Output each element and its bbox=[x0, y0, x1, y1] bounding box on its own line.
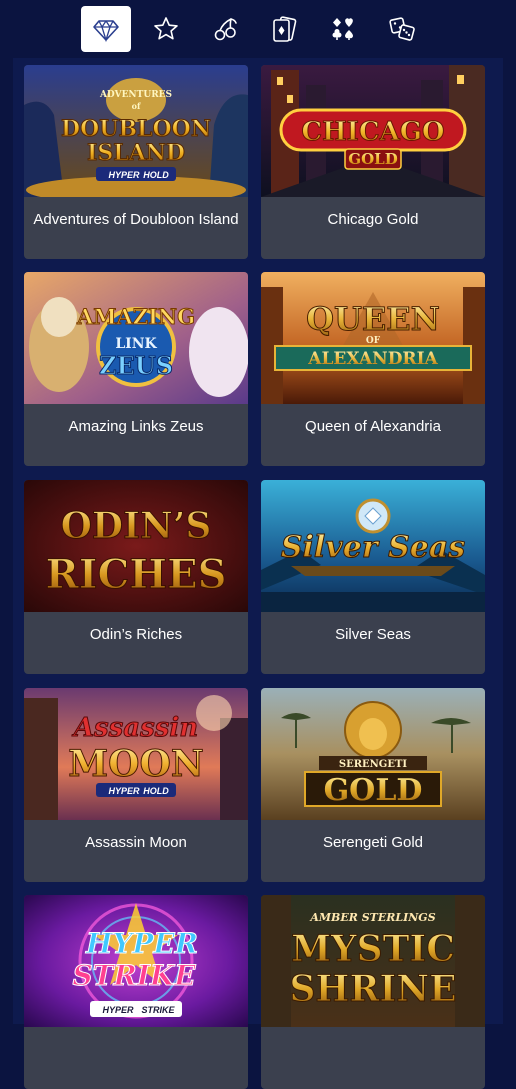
game-thumbnail[interactable]: Assassin MOON HYPER HOLD bbox=[24, 688, 248, 820]
tab-dice-games[interactable] bbox=[377, 6, 427, 52]
game-thumbnail[interactable]: Silver Seas bbox=[261, 480, 485, 612]
svg-text:ZEUS: ZEUS bbox=[99, 351, 173, 380]
game-card-mystic-shrine[interactable]: AMBER STERLINGS MYSTIC SHRINE bbox=[261, 895, 485, 1089]
tab-favorites[interactable] bbox=[141, 6, 191, 52]
chicago-gold-artwork: CHICAGO GOLD bbox=[261, 65, 485, 197]
silver-seas-artwork: Silver Seas bbox=[261, 480, 485, 612]
svg-text:HYPER: HYPER bbox=[102, 1005, 134, 1015]
game-title: Silver Seas bbox=[335, 625, 411, 643]
svg-text:ALEXANDRIA: ALEXANDRIA bbox=[307, 349, 438, 369]
game-thumbnail[interactable]: ADVENTURES of DOUBLOON ISLAND HYPER HOLD bbox=[24, 65, 248, 197]
playing-card-icon bbox=[273, 16, 297, 42]
svg-text:HOLD: HOLD bbox=[143, 786, 169, 796]
game-thumbnail[interactable]: ODIN’S RICHES bbox=[24, 480, 248, 612]
game-card-odins-riches[interactable]: ODIN’S RICHES Odin’s Riches bbox=[24, 480, 248, 674]
svg-text:HYPER: HYPER bbox=[108, 786, 140, 796]
svg-text:ODIN’S: ODIN’S bbox=[61, 505, 212, 547]
assassin-moon-artwork: Assassin MOON HYPER HOLD bbox=[24, 688, 248, 820]
svg-text:MOON: MOON bbox=[68, 743, 203, 785]
serengeti-gold-artwork: SERENGETI GOLD bbox=[261, 688, 485, 820]
odins-riches-artwork: ODIN’S RICHES bbox=[24, 480, 248, 612]
diamond-icon bbox=[93, 20, 119, 43]
dice-icon bbox=[389, 17, 415, 41]
game-title: Adventures of Doubloon Island bbox=[33, 210, 239, 228]
svg-text:QUEEN: QUEEN bbox=[306, 300, 440, 338]
tab-featured[interactable] bbox=[81, 6, 131, 52]
cherries-icon bbox=[214, 18, 237, 41]
svg-text:MYSTIC: MYSTIC bbox=[291, 928, 455, 970]
svg-text:of: of bbox=[132, 101, 141, 111]
game-thumbnail[interactable]: AMAZING LINK ZEUS bbox=[24, 272, 248, 404]
hyper-strike-artwork: HYPER STRIKE HYPER STRIKE bbox=[24, 895, 248, 1027]
queen-of-alexandria-artwork: QUEEN OF ALEXANDRIA bbox=[261, 272, 485, 404]
game-title: Odin’s Riches bbox=[89, 625, 183, 643]
svg-text:STRIKE: STRIKE bbox=[72, 959, 196, 992]
game-card-silver-seas[interactable]: Silver Seas Silver Seas bbox=[261, 480, 485, 674]
svg-text:SHRINE: SHRINE bbox=[289, 968, 456, 1010]
tab-table-games[interactable] bbox=[259, 6, 309, 52]
svg-text:GOLD: GOLD bbox=[348, 150, 397, 168]
svg-text:AMBER STERLINGS: AMBER STERLINGS bbox=[309, 911, 435, 924]
game-title bbox=[261, 1027, 485, 1071]
game-title bbox=[24, 1027, 248, 1071]
svg-text:DOUBLOON: DOUBLOON bbox=[61, 116, 211, 142]
amazing-links-zeus-artwork: AMAZING LINK ZEUS bbox=[24, 272, 248, 404]
svg-text:OF: OF bbox=[366, 336, 381, 346]
card-suits-icon bbox=[332, 18, 353, 40]
game-title: Queen of Alexandria bbox=[305, 417, 441, 435]
game-title: Chicago Gold bbox=[327, 210, 419, 228]
svg-text:STRIKE: STRIKE bbox=[141, 1005, 175, 1015]
games-panel: ADVENTURES of DOUBLOON ISLAND HYPER HOLD… bbox=[13, 58, 503, 1089]
svg-text:RICHES: RICHES bbox=[46, 551, 227, 598]
svg-text:HOLD: HOLD bbox=[143, 170, 169, 180]
game-card-doubloon-island[interactable]: ADVENTURES of DOUBLOON ISLAND HYPER HOLD… bbox=[24, 65, 248, 259]
svg-text:GOLD: GOLD bbox=[324, 773, 423, 808]
game-thumbnail[interactable]: AMBER STERLINGS MYSTIC SHRINE bbox=[261, 895, 485, 1027]
svg-text:ISLAND: ISLAND bbox=[87, 140, 185, 166]
game-card-chicago-gold[interactable]: CHICAGO GOLD Chicago Gold bbox=[261, 65, 485, 259]
game-thumbnail[interactable]: HYPER STRIKE HYPER STRIKE bbox=[24, 895, 248, 1027]
svg-text:CHICAGO: CHICAGO bbox=[301, 117, 444, 147]
svg-text:Silver Seas: Silver Seas bbox=[281, 530, 465, 565]
game-title: Amazing Links Zeus bbox=[68, 417, 204, 435]
svg-text:SERENGETI: SERENGETI bbox=[339, 759, 408, 770]
svg-text:LINK: LINK bbox=[115, 336, 157, 352]
svg-text:ADVENTURES: ADVENTURES bbox=[99, 90, 172, 100]
game-title: Serengeti Gold bbox=[322, 833, 424, 851]
game-card-assassin-moon[interactable]: Assassin MOON HYPER HOLD Assassin Moon bbox=[24, 688, 248, 882]
category-tab-bar bbox=[0, 0, 516, 58]
game-card-hyper-strike[interactable]: HYPER STRIKE HYPER STRIKE bbox=[24, 895, 248, 1089]
game-thumbnail[interactable]: CHICAGO GOLD bbox=[261, 65, 485, 197]
svg-text:HYPER: HYPER bbox=[108, 170, 140, 180]
game-title: Assassin Moon bbox=[85, 833, 187, 851]
game-card-serengeti-gold[interactable]: SERENGETI GOLD Serengeti Gold bbox=[261, 688, 485, 882]
game-card-queen-of-alexandria[interactable]: QUEEN OF ALEXANDRIA Queen of Alexandria bbox=[261, 272, 485, 466]
svg-text:AMAZING: AMAZING bbox=[76, 304, 195, 329]
svg-text:HYPER: HYPER bbox=[85, 927, 198, 960]
tab-card-games[interactable] bbox=[318, 6, 368, 52]
game-thumbnail[interactable]: QUEEN OF ALEXANDRIA bbox=[261, 272, 485, 404]
doubloon-island-artwork: ADVENTURES of DOUBLOON ISLAND HYPER HOLD bbox=[24, 65, 248, 197]
svg-text:Assassin: Assassin bbox=[71, 713, 198, 743]
star-icon bbox=[154, 17, 178, 40]
game-card-amazing-links-zeus[interactable]: AMAZING LINK ZEUS Amazing Links Zeus bbox=[24, 272, 248, 466]
game-thumbnail[interactable]: SERENGETI GOLD bbox=[261, 688, 485, 820]
tab-slots[interactable] bbox=[200, 6, 250, 52]
mystic-shrine-artwork: AMBER STERLINGS MYSTIC SHRINE bbox=[261, 895, 485, 1027]
